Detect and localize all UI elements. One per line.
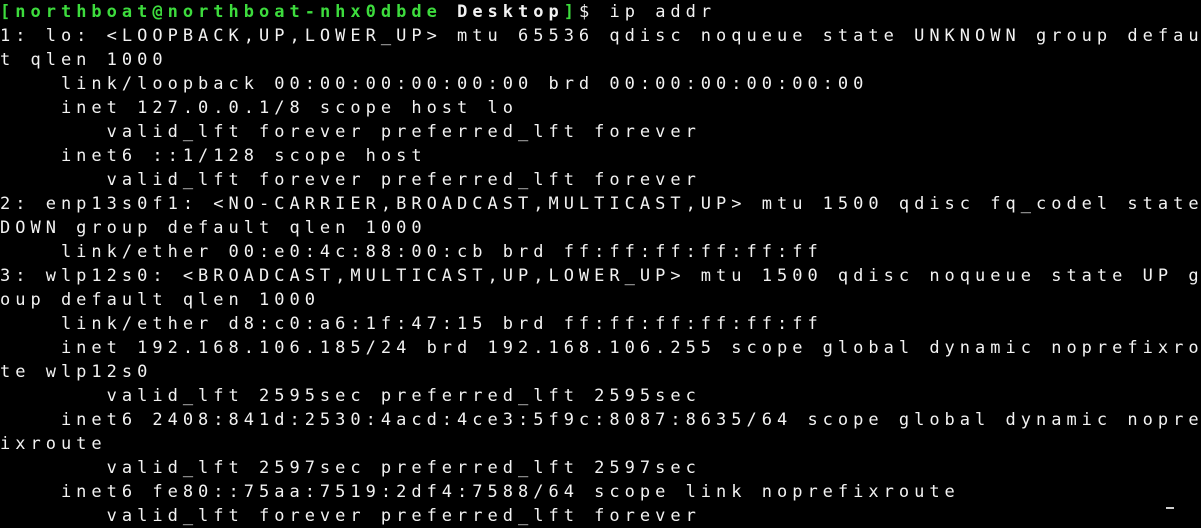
output-line: valid_lft forever preferred_lft forever — [0, 506, 701, 526]
prompt-symbol: $ — [578, 2, 595, 22]
output-line: inet6 2408:841d:2530:4acd:4ce3:5f9c:8087… — [0, 410, 1201, 430]
output-line: te wlp12s0 — [0, 362, 153, 382]
output-line: link/loopback 00:00:00:00:00:00 brd 00:0… — [0, 74, 869, 94]
output-line: 3: wlp12s0: <BROADCAST,MULTICAST,UP,LOWE… — [0, 266, 1201, 286]
prompt-user-host: northboat@northboat-nhx0dbde — [15, 2, 442, 22]
text-cursor — [1166, 507, 1174, 509]
terminal-window[interactable]: [northboat@northboat-nhx0dbde Desktop]$ … — [0, 0, 1201, 527]
output-line: valid_lft 2597sec preferred_lft 2597sec — [0, 458, 701, 478]
output-line: oup default qlen 1000 — [0, 290, 320, 310]
prompt-cwd: Desktop — [457, 2, 564, 22]
output-line: valid_lft 2595sec preferred_lft 2595sec — [0, 386, 701, 406]
output-line: DOWN group default qlen 1000 — [0, 218, 427, 238]
output-line: 1: lo: <LOOPBACK,UP,LOWER_UP> mtu 65536 … — [0, 26, 1201, 46]
output-line: valid_lft forever preferred_lft forever — [0, 122, 701, 142]
output-line: valid_lft forever preferred_lft forever — [0, 170, 701, 190]
output-line: 2: enp13s0f1: <NO-CARRIER,BROADCAST,MULT… — [0, 194, 1201, 214]
output-line: inet6 ::1/128 scope host — [0, 146, 427, 166]
output-line: inet 192.168.106.185/24 brd 192.168.106.… — [0, 338, 1201, 358]
output-line: link/ether 00:e0:4c:88:00:cb brd ff:ff:f… — [0, 242, 823, 262]
prompt-open-bracket: [ — [0, 2, 16, 22]
output-line: inet 127.0.0.1/8 scope host lo — [0, 98, 518, 118]
output-line: inet6 fe80::75aa:7519:2df4:7588/64 scope… — [0, 482, 960, 502]
output-line: t qlen 1000 — [0, 50, 168, 70]
prompt-gap — [594, 2, 609, 22]
command-text: ip addr — [609, 2, 717, 22]
output-line: link/ether d8:c0:a6:1f:47:15 brd ff:ff:f… — [0, 314, 823, 334]
output-line: ixroute — [0, 434, 107, 454]
prompt-line: [northboat@northboat-nhx0dbde Desktop]$ … — [0, 0, 1201, 24]
prompt-close-bracket: ] — [563, 2, 579, 22]
